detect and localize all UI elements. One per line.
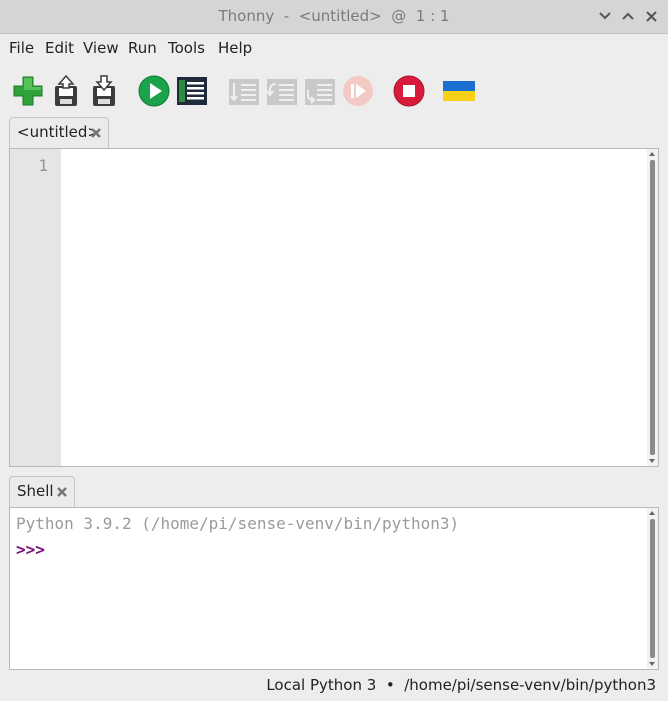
line-number: 1 — [38, 156, 48, 175]
scrollbar-thumb[interactable] — [650, 519, 655, 658]
ukraine-flag-button[interactable] — [442, 74, 476, 108]
run-button[interactable] — [137, 74, 171, 108]
new-file-button[interactable] — [11, 74, 45, 108]
close-icon — [645, 10, 657, 22]
tab-untitled-label: <untitled> — [17, 123, 100, 141]
step-over-icon — [229, 79, 259, 105]
interpreter-status[interactable]: Local Python 3 • /home/pi/sense-venv/bin… — [266, 676, 656, 694]
shell-banner: Python 3.9.2 (/home/pi/sense-venv/bin/py… — [16, 514, 460, 533]
save-file-button[interactable] — [87, 74, 121, 108]
menu-run[interactable]: Run — [128, 39, 157, 57]
step-out-button — [303, 74, 337, 108]
resume-icon — [343, 76, 373, 106]
shell-vertical-scrollbar[interactable] — [647, 508, 658, 669]
menu-help[interactable]: Help — [218, 39, 252, 57]
chevron-down-icon — [599, 12, 611, 20]
menu-view[interactable]: View — [83, 39, 119, 57]
scroll-up-arrow-icon[interactable] — [649, 511, 655, 515]
menu-tools[interactable]: Tools — [168, 39, 205, 57]
line-number-gutter: 1 — [10, 149, 61, 466]
minimize-button[interactable] — [597, 8, 613, 24]
debug-icon — [177, 77, 207, 105]
title-bar: Thonny - <untitled> @ 1 : 1 — [0, 0, 668, 34]
shell-prompt: >>> — [16, 540, 45, 559]
tab-shell[interactable]: Shell — [9, 476, 75, 507]
code-editor[interactable]: 1 — [9, 148, 659, 467]
ukraine-flag-icon — [443, 81, 475, 101]
save-icon — [93, 75, 115, 106]
debug-button[interactable] — [175, 74, 209, 108]
stop-button[interactable] — [392, 74, 426, 108]
maximize-button[interactable] — [620, 8, 636, 24]
step-into-button — [265, 74, 299, 108]
shell-console[interactable]: Python 3.9.2 (/home/pi/sense-venv/bin/py… — [9, 507, 659, 670]
step-out-icon — [305, 79, 335, 105]
plus-icon — [13, 76, 43, 106]
menu-bar: File Edit View Run Tools Help — [0, 34, 668, 62]
tab-untitled[interactable]: <untitled> — [9, 117, 109, 148]
step-over-button — [227, 74, 261, 108]
play-icon — [138, 75, 170, 107]
close-tab-icon[interactable] — [90, 127, 102, 139]
tab-shell-label: Shell — [17, 482, 54, 500]
scroll-down-arrow-icon[interactable] — [649, 459, 655, 463]
resume-button — [341, 74, 375, 108]
close-window-button[interactable] — [643, 8, 659, 24]
open-file-button[interactable] — [49, 74, 83, 108]
stop-icon — [393, 75, 425, 107]
scroll-up-arrow-icon[interactable] — [649, 152, 655, 156]
scrollbar-thumb[interactable] — [650, 160, 655, 455]
chevron-up-icon — [622, 12, 634, 20]
menu-file[interactable]: File — [9, 39, 34, 57]
menu-edit[interactable]: Edit — [45, 39, 74, 57]
step-into-icon — [266, 79, 297, 105]
editor-vertical-scrollbar[interactable] — [647, 149, 658, 466]
open-icon — [55, 74, 77, 106]
toolbar — [0, 68, 668, 112]
window-title: Thonny - <untitled> @ 1 : 1 — [218, 7, 450, 25]
scroll-down-arrow-icon[interactable] — [649, 662, 655, 666]
close-tab-icon[interactable] — [56, 486, 68, 498]
